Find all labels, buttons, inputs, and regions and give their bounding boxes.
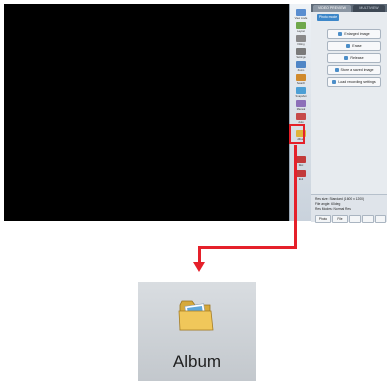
status-button-5[interactable] <box>375 215 386 223</box>
layout-icon <box>296 22 306 29</box>
photo-button[interactable]: Photo <box>315 215 331 223</box>
control-panel: VIDEO PREVIEW MULTIVIEW Photo mode Enlar… <box>311 4 387 223</box>
store-icon <box>334 67 339 72</box>
toolbar-item-label: Search <box>296 82 306 85</box>
toolbar-item-label: Settings <box>296 56 306 59</box>
album-highlight-box <box>289 124 305 144</box>
enlarge-icon <box>338 31 343 36</box>
toolbar-item-label: Fitting <box>297 43 305 46</box>
manual-icon <box>296 100 306 107</box>
toolbar-item-label: Zoom <box>297 69 305 72</box>
arrow-down-icon <box>193 262 205 272</box>
store-image-button[interactable]: Store a saved image <box>327 65 381 75</box>
album-icon <box>178 300 214 331</box>
button-label: Load recording settings <box>338 80 376 84</box>
toolbar-item-label: Snapshot <box>295 95 307 98</box>
status-mode: Res Modes: Normal Res <box>315 207 351 211</box>
toolbar-item-fitting[interactable]: Fitting <box>292 35 310 49</box>
toolbar-item-manual[interactable]: Manual <box>292 100 310 114</box>
status-button-3[interactable] <box>349 215 361 223</box>
panel-tab-bar: VIDEO PREVIEW MULTIVIEW <box>311 4 387 12</box>
callout-arrow-segment <box>294 145 297 249</box>
erase-icon <box>346 43 351 48</box>
callout-arrow-segment <box>198 246 297 249</box>
toolbar-item-layout[interactable]: Layout <box>292 22 310 36</box>
toolbar-item-label: View mode <box>294 17 308 20</box>
tab-video-preview[interactable]: VIDEO PREVIEW <box>313 5 351 12</box>
enlarged-image-button[interactable]: Enlarged image <box>327 29 381 39</box>
release-icon <box>344 55 349 60</box>
toolbar-item-snapshot[interactable]: Snapshot <box>292 87 310 101</box>
album-button-zoom[interactable]: Album <box>138 282 256 381</box>
status-button-4[interactable] <box>362 215 374 223</box>
tab-multiview[interactable]: MULTIVIEW <box>353 5 385 12</box>
load-recording-settings-button[interactable]: Load recording settings <box>327 77 381 87</box>
erase-button[interactable]: Erase <box>327 41 381 51</box>
photo-mode-button[interactable]: Photo mode <box>317 14 339 21</box>
toolbar-item-search[interactable]: Search <box>292 74 310 88</box>
exit-icon <box>296 170 306 177</box>
snapshot-icon <box>296 87 306 94</box>
status-angle: File angle: 60deg <box>315 202 341 206</box>
toolbar-item-settings[interactable]: Settings <box>292 48 310 62</box>
application-screenshot: View mode Layout Fitting Settings Zoom Search… <box>4 4 387 223</box>
vertical-toolbar: View mode Layout Fitting Settings Zoom Search… <box>289 4 313 221</box>
button-label: Store a saved image <box>340 68 374 72</box>
status-resolution: Res size: Standard (1600 x 1200) <box>315 197 365 201</box>
auto-icon <box>296 113 306 120</box>
album-label: Album <box>172 352 222 371</box>
file-button[interactable]: File <box>332 215 348 223</box>
button-label: Erase <box>352 44 362 48</box>
button-label: Enlarged image <box>344 32 370 36</box>
toolbar-item-view-mode[interactable]: View mode <box>292 9 310 23</box>
toolbar-item-label: Manual <box>296 108 306 111</box>
video-preview-area <box>4 4 289 221</box>
record-icon <box>296 156 306 163</box>
zoom-icon <box>296 61 306 68</box>
view-mode-icon <box>296 9 306 16</box>
status-bar: Res size: Standard (1600 x 1200) File an… <box>311 194 387 223</box>
load-icon <box>332 79 337 84</box>
button-label: Release <box>350 56 364 60</box>
toolbar-item-zoom[interactable]: Zoom <box>292 61 310 75</box>
release-button[interactable]: Release <box>327 53 381 63</box>
settings-icon <box>296 48 306 55</box>
toolbar-item-label: Layout <box>297 30 305 33</box>
search-icon <box>296 74 306 81</box>
fitting-icon <box>296 35 306 42</box>
